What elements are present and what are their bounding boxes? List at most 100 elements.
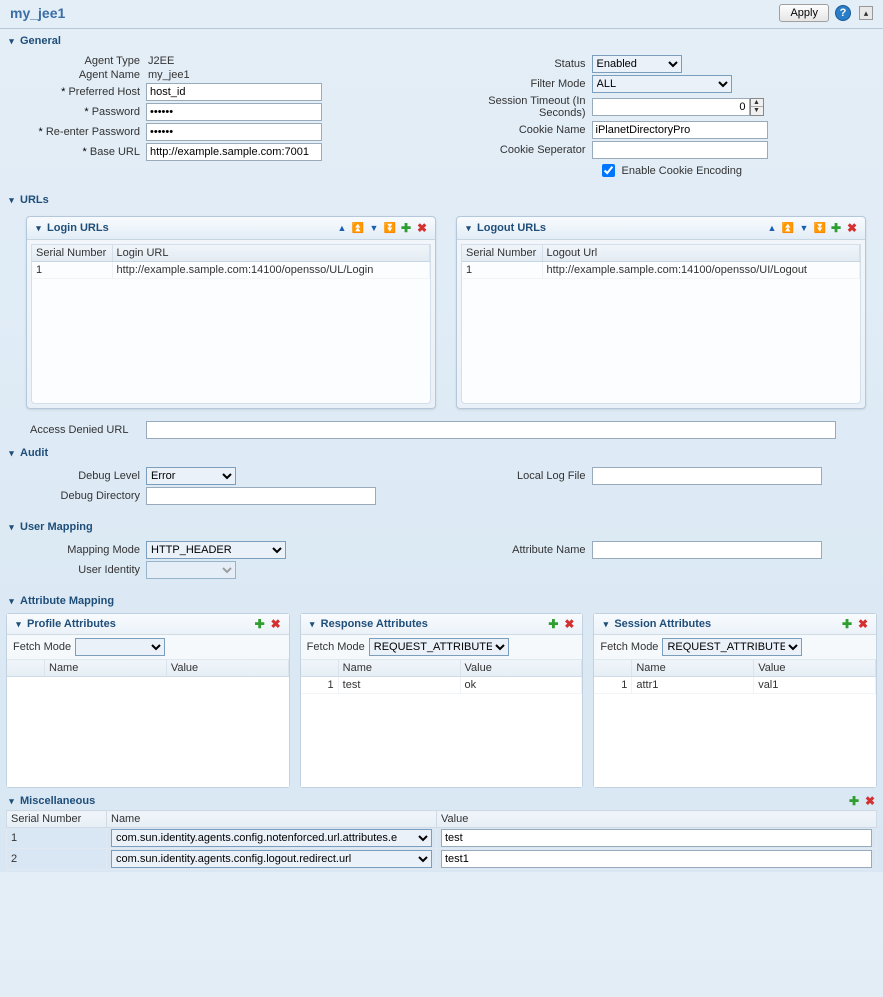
table-row[interactable]: 1 attr1 val1 [594,677,876,694]
misc-toggle-icon[interactable] [6,796,17,807]
profile-fetchmode-select[interactable] [75,638,165,656]
move-up-icon[interactable] [781,221,795,235]
spinner-up-icon[interactable]: ▲ [751,99,763,107]
login-urls-toggle-icon[interactable] [33,223,44,234]
move-top-icon[interactable] [765,221,779,235]
logout-row-url: http://example.sample.com:14100/opensso/… [542,262,860,279]
session-title: Session Attributes [614,618,711,630]
user-identity-select [146,561,236,579]
debug-dir-label: Debug Directory [6,490,146,502]
misc-name-select[interactable]: com.sun.identity.agents.config.notenforc… [111,829,432,847]
user-identity-label: User Identity [6,564,146,576]
misc-name-select[interactable]: com.sun.identity.agents.config.logout.re… [111,850,432,868]
agent-name-label: Agent Name [6,69,146,81]
help-icon[interactable]: ? [835,5,851,21]
general-toggle-icon[interactable] [6,36,17,47]
profile-toggle-icon[interactable] [13,619,24,630]
table-row[interactable]: 2 com.sun.identity.agents.config.logout.… [7,849,877,870]
misc-col-value: Value [437,811,877,828]
login-row-sn: 1 [32,262,112,279]
move-top-icon[interactable] [335,221,349,235]
delete-icon[interactable] [415,221,429,235]
move-bottom-icon[interactable] [383,221,397,235]
add-icon[interactable] [847,794,861,808]
sessiontimeout-input[interactable] [592,98,750,116]
access-denied-label: Access Denied URL [30,424,146,436]
attrmap-title: Attribute Mapping [20,595,114,607]
add-icon[interactable] [840,617,854,631]
cookiename-label: Cookie Name [452,124,592,136]
delete-icon[interactable] [562,617,576,631]
general-header: General [6,33,877,49]
table-row[interactable]: 1 http://example.sample.com:14100/openss… [32,262,430,279]
add-icon[interactable] [253,617,267,631]
add-icon[interactable] [546,617,560,631]
misc-value-input[interactable] [441,850,872,868]
password-input[interactable] [146,103,322,121]
local-log-input[interactable] [592,467,822,485]
add-icon[interactable] [399,221,413,235]
attrmap-toggle-icon[interactable] [6,596,17,607]
scroll-up-icon[interactable]: ▴ [859,6,873,20]
access-denied-input[interactable] [146,421,836,439]
response-attr-panel: Response Attributes Fetch Mode REQUEST_A… [300,613,584,788]
session-row-value: val1 [754,677,876,693]
sessiontimeout-spinner[interactable]: ▲ ▼ [592,98,764,116]
table-row[interactable]: 1 http://example.sample.com:14100/openss… [462,262,860,279]
session-attr-panel: Session Attributes Fetch Mode REQUEST_AT… [593,613,877,788]
urls-title: URLs [20,194,49,206]
session-toggle-icon[interactable] [600,619,611,630]
baseurl-input[interactable] [146,143,322,161]
user-mapping-section: User Mapping Mapping Mode HTTP_HEADER Us… [6,519,877,589]
session-fetchmode-select[interactable]: REQUEST_ATTRIBUTE [662,638,802,656]
cookiesep-input[interactable] [592,141,768,159]
misc-row-sn: 1 [7,828,107,849]
urls-toggle-icon[interactable] [6,195,17,206]
audit-toggle-icon[interactable] [6,448,17,459]
page-title: my_jee1 [10,5,65,21]
table-row[interactable]: 1 test ok [301,677,583,694]
misc-value-input[interactable] [441,829,872,847]
move-bottom-icon[interactable] [813,221,827,235]
debug-dir-input[interactable] [146,487,376,505]
attr-name-label: Attribute Name [452,544,592,556]
attr-name-input[interactable] [592,541,822,559]
enable-cookie-encoding-checkbox[interactable] [602,164,615,177]
profile-title: Profile Attributes [27,618,116,630]
attribute-mapping-section: Attribute Mapping Profile Attributes Fet… [6,593,877,788]
status-select[interactable]: Enabled [592,55,682,73]
move-down-icon[interactable] [797,221,811,235]
delete-icon[interactable] [863,794,877,808]
move-down-icon[interactable] [367,221,381,235]
response-fetchmode-select[interactable]: REQUEST_ATTRIBUTE [369,638,509,656]
delete-icon[interactable] [269,617,283,631]
preferred-host-input[interactable] [146,83,322,101]
misc-col-sn: Serial Number [7,811,107,828]
repassword-input[interactable] [146,123,322,141]
cookiename-input[interactable] [592,121,768,139]
apply-button[interactable]: Apply [779,4,829,22]
logout-row-sn: 1 [462,262,542,279]
response-toggle-icon[interactable] [307,619,318,630]
usermap-toggle-icon[interactable] [6,522,17,533]
debug-level-select[interactable]: Error [146,467,236,485]
logout-urls-toggle-icon[interactable] [463,223,474,234]
profile-col-value: Value [167,660,289,676]
add-icon[interactable] [829,221,843,235]
baseurl-label: Base URL [6,146,146,158]
login-urls-panel: Login URLs Serial Number Login URL [26,216,436,409]
spinner-down-icon[interactable]: ▼ [751,107,763,115]
logout-urls-col-sn: Serial Number [462,245,542,262]
response-row-name: test [339,677,461,693]
move-up-icon[interactable] [351,221,365,235]
table-row[interactable]: 1 com.sun.identity.agents.config.notenfo… [7,828,877,849]
session-row-name: attr1 [632,677,754,693]
password-label: Password [6,106,146,118]
login-urls-col-sn: Serial Number [32,245,112,262]
mapping-mode-select[interactable]: HTTP_HEADER [146,541,286,559]
delete-icon[interactable] [856,617,870,631]
preferred-host-label: Preferred Host [6,86,146,98]
delete-icon[interactable] [845,221,859,235]
filtermode-select[interactable]: ALL [592,75,732,93]
local-log-label: Local Log File [452,470,592,482]
